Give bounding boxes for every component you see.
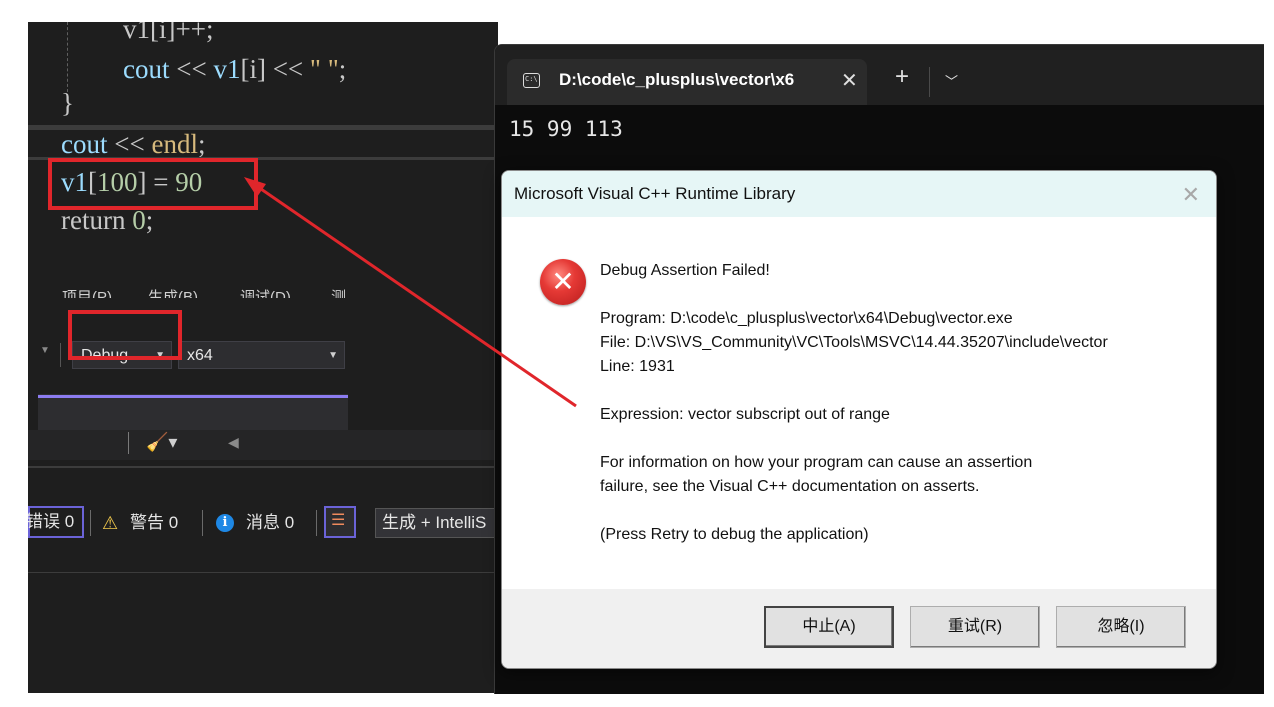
annotation-arrow-line xyxy=(247,178,577,408)
annotation-arrow-head xyxy=(244,177,266,197)
annotation-arrow xyxy=(244,177,577,408)
